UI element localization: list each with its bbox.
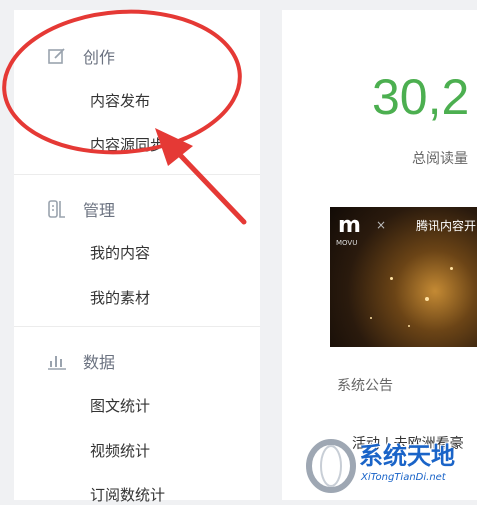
nav-item-article-stats[interactable]: 图文统计 bbox=[90, 395, 150, 416]
section-data-header: 数据 bbox=[47, 349, 115, 373]
sparkle bbox=[425, 297, 429, 301]
nav-item-subscription-stats[interactable]: 订阅数统计 bbox=[90, 484, 165, 505]
section-manage-label: 管理 bbox=[83, 201, 116, 220]
sparkle bbox=[390, 277, 393, 280]
watermark-name: 系统天地 bbox=[359, 442, 455, 470]
section-create-label: 创作 bbox=[83, 48, 116, 67]
nav-item-publish[interactable]: 内容发布 bbox=[90, 90, 150, 111]
sparkle bbox=[408, 325, 410, 327]
site-watermark: 系统天地 XiTongTianDi.net bbox=[301, 432, 477, 500]
sidebar: 创作 内容发布 内容源同步 管理 我的内容 我的素材 数据 图文统计 视频统计 … bbox=[14, 10, 260, 504]
total-reads-value: 30,2 bbox=[372, 69, 470, 125]
section-create-header: 创作 bbox=[47, 44, 115, 68]
banner-separator: × bbox=[376, 218, 387, 232]
section-manage-header: 管理 bbox=[47, 197, 115, 221]
edit-icon bbox=[47, 46, 67, 66]
brand-name: MOVU bbox=[336, 239, 358, 247]
total-reads-label: 总阅读量 bbox=[412, 151, 468, 167]
manage-icon bbox=[47, 199, 67, 219]
nav-item-source-sync[interactable]: 内容源同步 bbox=[90, 134, 165, 155]
nav-item-my-materials[interactable]: 我的素材 bbox=[90, 287, 150, 308]
watermark-logo-icon bbox=[306, 439, 356, 493]
divider bbox=[14, 174, 260, 175]
nav-item-video-stats[interactable]: 视频统计 bbox=[90, 440, 150, 461]
bar-chart-icon bbox=[47, 351, 67, 371]
banner-partner: 腾讯内容开 bbox=[416, 219, 477, 233]
section-data-label: 数据 bbox=[83, 353, 116, 372]
sparkle bbox=[450, 267, 453, 270]
promo-banner[interactable]: m MOVU × 腾讯内容开 bbox=[330, 207, 477, 347]
sparkle bbox=[370, 317, 372, 319]
nav-item-my-content[interactable]: 我的内容 bbox=[90, 242, 150, 263]
watermark-url: XiTongTianDi.net bbox=[361, 472, 446, 483]
brand-logo: m bbox=[338, 213, 361, 238]
divider bbox=[14, 326, 260, 327]
main-panel: 30,2 总阅读量 m MOVU × 腾讯内容开 系统公告 活动 | 去欧洲看豪 bbox=[282, 10, 477, 500]
notice-title: 系统公告 bbox=[337, 378, 393, 394]
